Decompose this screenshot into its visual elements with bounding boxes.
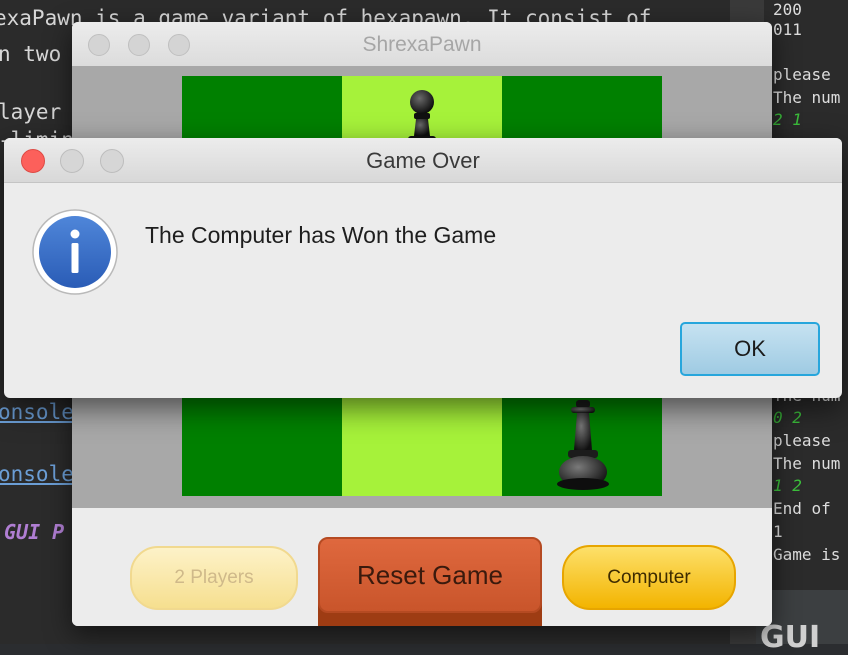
dialog-title: Game Over bbox=[366, 148, 480, 173]
window-title: ShrexaPawn bbox=[362, 33, 482, 56]
editor-line: n two bbox=[0, 42, 62, 66]
editor-line[interactable]: onsole bbox=[0, 462, 74, 486]
board-cell[interactable] bbox=[342, 398, 502, 496]
editor-line[interactable]: onsole bbox=[0, 400, 74, 424]
console-line: Game is bbox=[773, 545, 841, 564]
console-line: 0 2 bbox=[773, 408, 802, 427]
reset-game-button[interactable]: Reset Game bbox=[318, 537, 542, 613]
computer-button[interactable]: Computer bbox=[562, 545, 736, 610]
dialog-message: The Computer has Won the Game bbox=[145, 222, 497, 248]
two-players-button[interactable]: 2 Players bbox=[130, 546, 298, 610]
console-line: The num bbox=[773, 88, 841, 107]
info-icon bbox=[32, 209, 118, 295]
editor-line: GUI P bbox=[4, 520, 65, 544]
console-line: please bbox=[773, 65, 831, 84]
console-line: 2 1 bbox=[773, 110, 802, 129]
board-cell[interactable] bbox=[502, 76, 662, 146]
window-titlebar[interactable]: ShrexaPawn bbox=[72, 22, 772, 67]
console-line: End of bbox=[773, 499, 831, 518]
console-line: 011 bbox=[773, 20, 802, 39]
ok-button[interactable]: OK bbox=[680, 322, 820, 376]
dialog-titlebar[interactable]: Game Over bbox=[4, 138, 842, 183]
editor-line: layer bbox=[0, 100, 62, 124]
console-line: 1 bbox=[773, 522, 783, 541]
black-pawn-icon[interactable] bbox=[554, 398, 612, 494]
controls-bar: 2 Players Reset Game Computer bbox=[72, 508, 772, 626]
game-over-dialog: Game Over The Computer has Won the Game … bbox=[4, 138, 842, 398]
board-cell[interactable] bbox=[182, 398, 342, 496]
console-line: please bbox=[773, 431, 831, 450]
console-line: 1 2 bbox=[773, 476, 802, 495]
board-cell[interactable] bbox=[182, 76, 342, 146]
console-line: 200 bbox=[773, 0, 802, 19]
console-line: The num bbox=[773, 454, 841, 473]
